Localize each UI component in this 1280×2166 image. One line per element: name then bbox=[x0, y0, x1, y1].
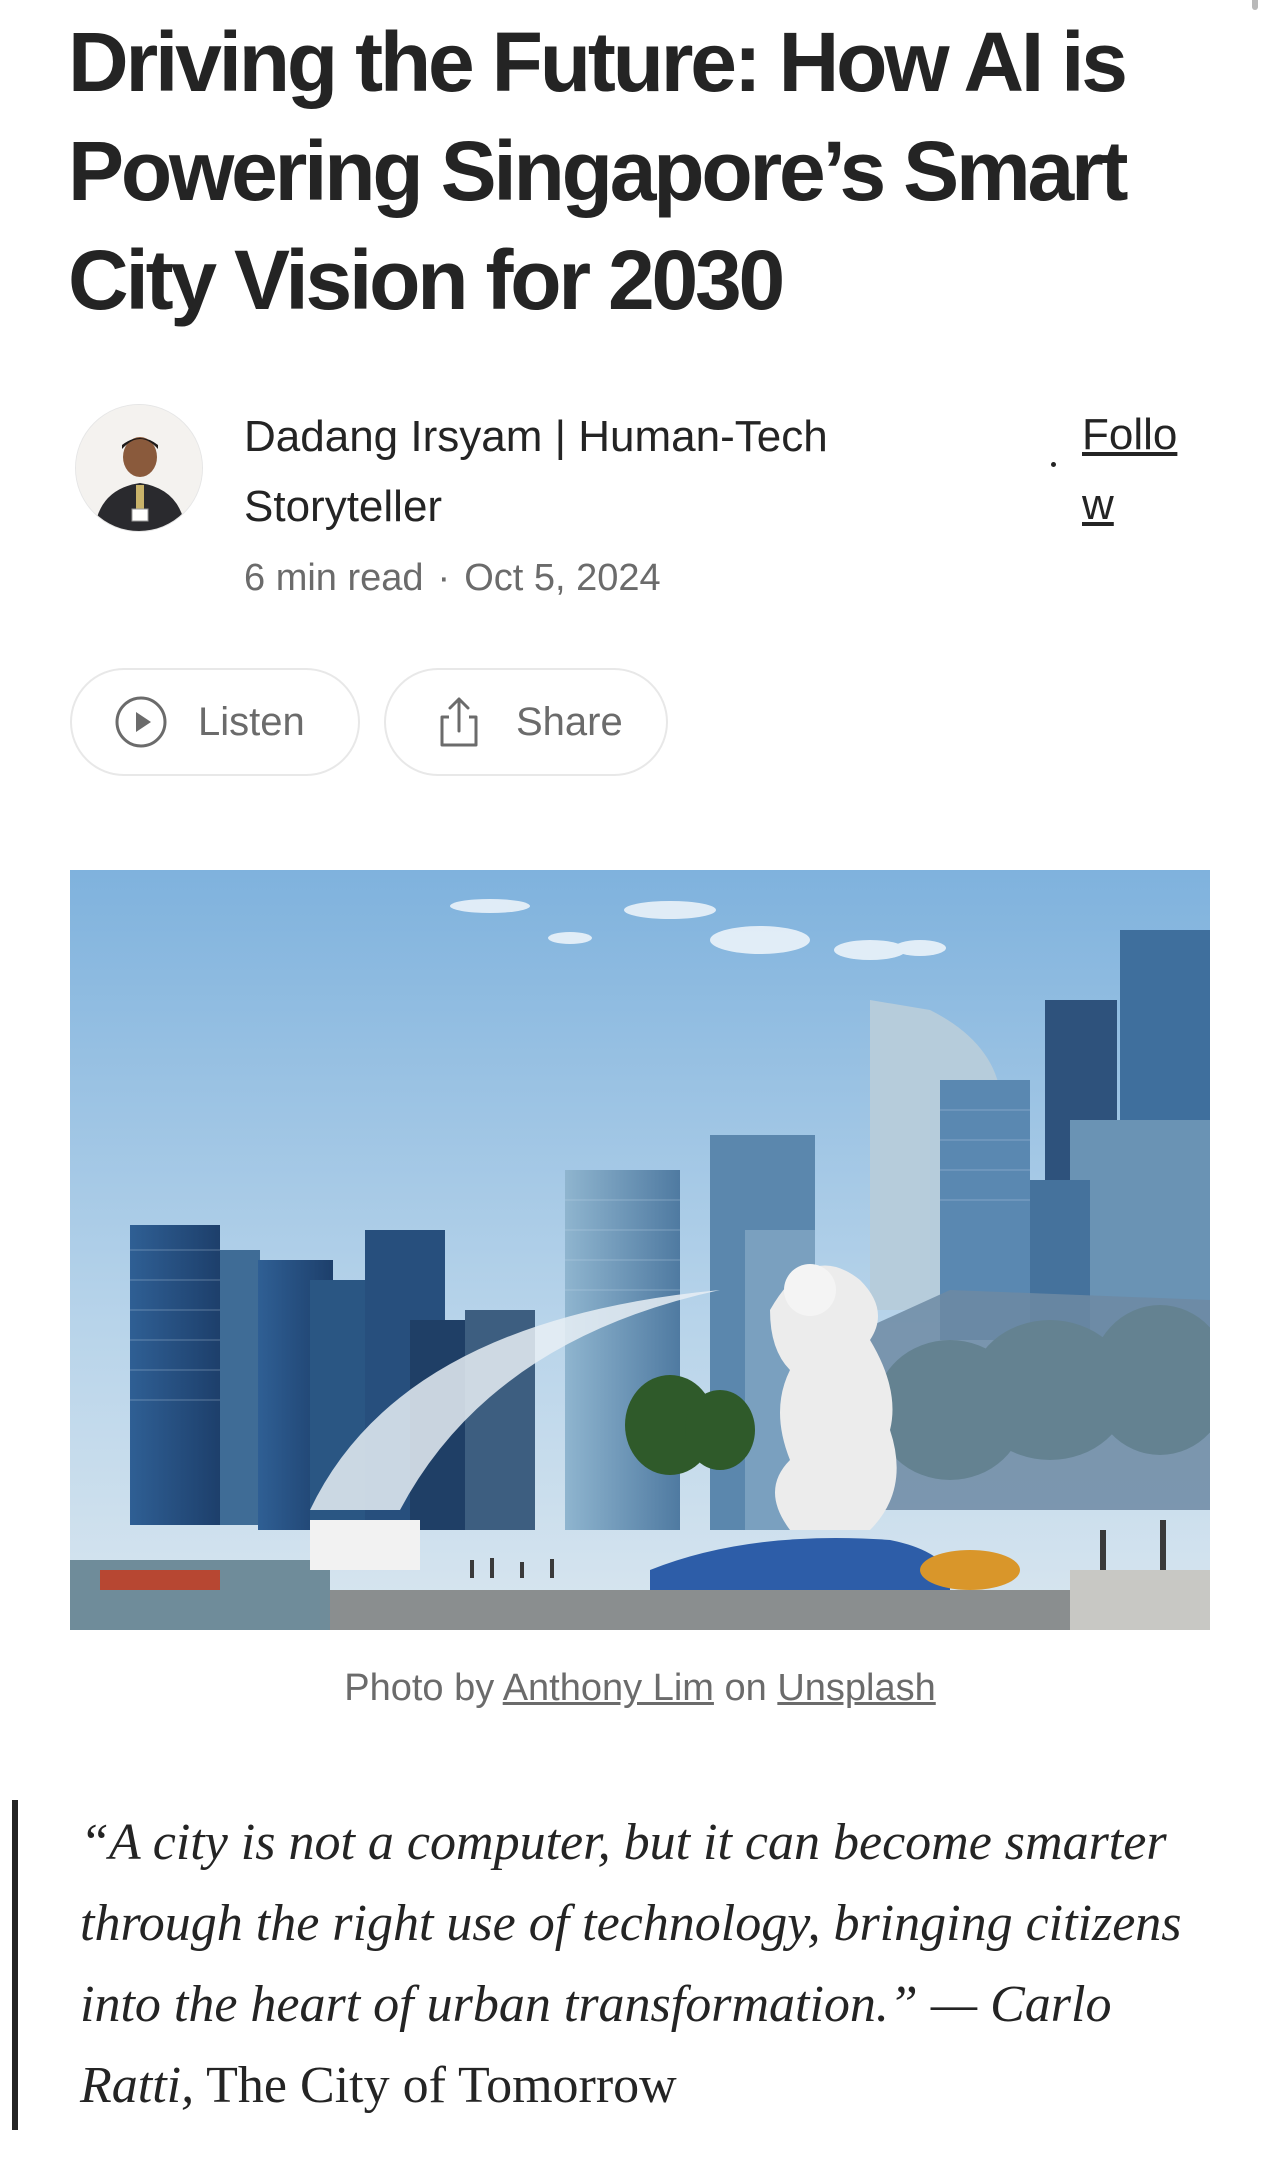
share-icon bbox=[432, 695, 486, 749]
share-label: Share bbox=[516, 699, 623, 744]
listen-label: Listen bbox=[198, 699, 305, 744]
author-avatar[interactable] bbox=[75, 404, 203, 532]
quote-book-title: The City of Tomorrow bbox=[206, 2057, 677, 2114]
merlion-skyline-photo bbox=[70, 870, 1210, 1630]
image-caption: Photo by Anthony Lim on Unsplash bbox=[0, 1662, 1280, 1714]
caption-prefix: Photo by bbox=[344, 1667, 495, 1709]
read-time: 6 min read bbox=[244, 557, 424, 599]
article-meta: 6 min read · Oct 5, 2024 bbox=[244, 552, 864, 604]
publish-date: Oct 5, 2024 bbox=[464, 557, 661, 599]
blockquote: “A city is not a computer, but it can be… bbox=[80, 1802, 1220, 2126]
caption-middle: on bbox=[724, 1667, 767, 1709]
author-name[interactable]: Dadang Irsyam | Human-Tech Storyteller bbox=[244, 402, 864, 542]
play-circle-icon bbox=[114, 695, 168, 749]
listen-button[interactable]: Listen bbox=[70, 668, 360, 776]
photographer-link[interactable]: Anthony Lim bbox=[503, 1667, 714, 1709]
blockquote-bar bbox=[12, 1800, 18, 2130]
meta-separator: · bbox=[437, 557, 451, 599]
hero-image bbox=[70, 870, 1210, 1630]
separator-dot bbox=[1051, 462, 1056, 467]
share-button[interactable]: Share bbox=[384, 668, 668, 776]
article-title: Driving the Future: How AI is Powering S… bbox=[68, 15, 1128, 327]
follow-button[interactable]: Follow bbox=[1082, 400, 1182, 540]
scrollbar-thumb[interactable] bbox=[1252, 0, 1258, 10]
unsplash-link[interactable]: Unsplash bbox=[777, 1667, 935, 1709]
